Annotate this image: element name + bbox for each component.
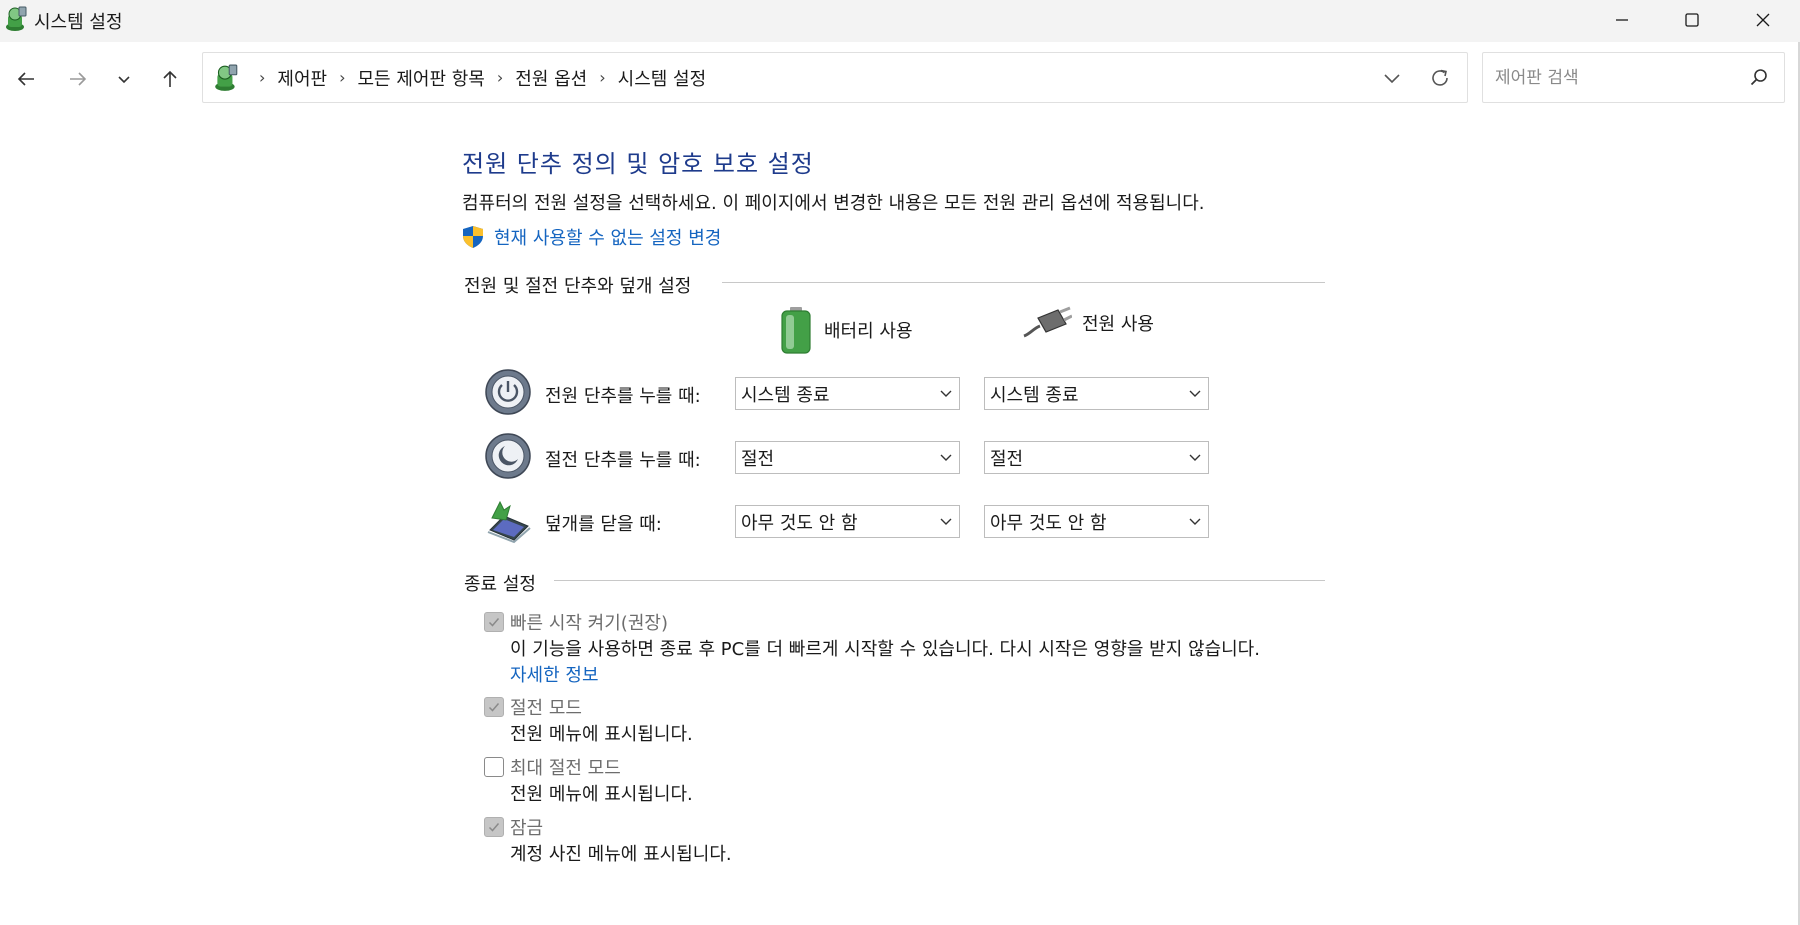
- plugged-column-label: 전원 사용: [1082, 314, 1154, 335]
- chevron-down-icon: [940, 518, 952, 525]
- minimize-button[interactable]: [1587, 0, 1657, 40]
- recent-locations-button[interactable]: [104, 56, 144, 102]
- control-panel-icon: [6, 6, 27, 31]
- chevron-down-icon: [940, 390, 952, 397]
- window-title: 시스템 설정: [34, 12, 123, 33]
- laptop-lid-icon: [487, 500, 531, 544]
- battery-icon: [781, 307, 811, 354]
- title-bar: 시스템 설정: [0, 0, 1800, 42]
- chevron-down-icon: [1189, 390, 1201, 397]
- dropdown-value: 절전: [990, 448, 1024, 470]
- arrow-up-icon: [163, 70, 177, 87]
- checkmark-icon: [488, 618, 500, 627]
- section-divider: [722, 282, 1325, 283]
- up-button[interactable]: [150, 56, 190, 102]
- maximize-icon: [1685, 13, 1699, 27]
- close-icon: [1756, 13, 1770, 27]
- maximize-button[interactable]: [1657, 0, 1727, 40]
- sleep-button-plugged-dropdown[interactable]: 절전: [984, 441, 1209, 474]
- page-description: 컴퓨터의 전원 설정을 선택하세요. 이 페이지에서 변경한 내용은 모든 전원…: [462, 193, 1205, 214]
- shutdown-section-header: 종료 설정: [464, 574, 536, 595]
- sleep-button-label: 절전 단추를 누를 때:: [545, 450, 701, 471]
- lock-label: 잠금: [510, 818, 544, 839]
- breadcrumb-item-system-settings[interactable]: 시스템 설정: [618, 65, 707, 91]
- power-button-label: 전원 단추를 누를 때:: [545, 386, 701, 407]
- search-icon[interactable]: [1748, 66, 1770, 88]
- page-title: 전원 단추 정의 및 암호 보호 설정: [462, 150, 814, 178]
- breadcrumb-separator-icon[interactable]: ›: [599, 68, 605, 87]
- control-panel-icon: [215, 64, 238, 91]
- uac-shield-icon: [463, 226, 483, 248]
- battery-column-header: 배터리 사용: [778, 306, 913, 354]
- section-divider: [554, 580, 1325, 581]
- forward-button[interactable]: [58, 56, 98, 102]
- chevron-down-icon: [940, 454, 952, 461]
- breadcrumb-item-all-items[interactable]: 모든 제어판 항목: [358, 65, 485, 91]
- address-bar[interactable]: › 제어판 › 모든 제어판 항목 › 전원 옵션 › 시스템 설정: [202, 52, 1468, 103]
- power-button-plugged-dropdown[interactable]: 시스템 종료: [984, 377, 1209, 410]
- sleep-button-icon: [485, 433, 531, 479]
- change-unavailable-settings-link[interactable]: 현재 사용할 수 없는 설정 변경: [462, 224, 721, 250]
- chevron-down-icon: [118, 76, 130, 84]
- dropdown-value: 시스템 종료: [990, 384, 1079, 406]
- minimize-icon: [1616, 19, 1628, 21]
- chevron-down-icon: [1189, 518, 1201, 525]
- breadcrumb-item-power-options[interactable]: 전원 옵션: [515, 65, 587, 91]
- sleep-label: 절전 모드: [510, 698, 582, 719]
- lock-checkbox[interactable]: [484, 817, 504, 837]
- change-unavailable-settings-label: 현재 사용할 수 없는 설정 변경: [494, 228, 722, 249]
- sleep-description: 전원 메뉴에 표시됩니다.: [510, 724, 693, 745]
- dropdown-value: 절전: [741, 448, 775, 470]
- breadcrumb-separator-icon[interactable]: ›: [339, 68, 345, 87]
- power-button-battery-dropdown[interactable]: 시스템 종료: [735, 377, 960, 410]
- search-box: [1482, 52, 1785, 103]
- sleep-button-battery-dropdown[interactable]: 절전: [735, 441, 960, 474]
- refresh-icon[interactable]: [1427, 65, 1453, 91]
- plugged-column-header: 전원 사용: [1022, 306, 1154, 340]
- hibernate-checkbox[interactable]: [484, 757, 504, 777]
- breadcrumb-separator-icon[interactable]: ›: [497, 68, 503, 87]
- chevron-down-icon: [1189, 454, 1201, 461]
- arrow-right-icon: [70, 72, 87, 86]
- power-plug-icon: [1023, 306, 1072, 338]
- close-button[interactable]: [1728, 0, 1798, 40]
- more-info-link[interactable]: 자세한 정보: [510, 661, 599, 687]
- sleep-checkbox[interactable]: [484, 697, 504, 717]
- lid-close-plugged-dropdown[interactable]: 아무 것도 안 함: [984, 505, 1209, 538]
- lock-description: 계정 사진 메뉴에 표시됩니다.: [510, 844, 732, 865]
- breadcrumb: › 제어판 › 모든 제어판 항목 › 전원 옵션 › 시스템 설정: [247, 53, 706, 102]
- search-input[interactable]: [1493, 63, 1737, 93]
- power-button-icon: [485, 369, 531, 415]
- lid-close-battery-dropdown[interactable]: 아무 것도 안 함: [735, 505, 960, 538]
- checkmark-icon: [488, 823, 500, 832]
- fast-startup-label: 빠른 시작 켜기(권장): [510, 613, 668, 634]
- hibernate-description: 전원 메뉴에 표시됩니다.: [510, 784, 693, 805]
- breadcrumb-item-control-panel[interactable]: 제어판: [277, 65, 327, 91]
- power-buttons-section-header: 전원 및 절전 단추와 덮개 설정: [464, 276, 692, 297]
- breadcrumb-separator-icon[interactable]: ›: [259, 68, 265, 87]
- address-history-chevron-icon[interactable]: [1379, 65, 1405, 91]
- arrow-left-icon: [17, 72, 34, 86]
- back-button[interactable]: [6, 56, 46, 102]
- battery-column-label: 배터리 사용: [824, 321, 913, 342]
- dropdown-value: 아무 것도 안 함: [990, 512, 1107, 534]
- fast-startup-checkbox[interactable]: [484, 612, 504, 632]
- fast-startup-description: 이 기능을 사용하면 종료 후 PC를 더 빠르게 시작할 수 있습니다. 다시…: [510, 639, 1260, 660]
- hibernate-label: 최대 절전 모드: [510, 758, 621, 779]
- lid-close-label: 덮개를 닫을 때:: [545, 514, 662, 535]
- dropdown-value: 시스템 종료: [741, 384, 830, 406]
- dropdown-value: 아무 것도 안 함: [741, 512, 858, 534]
- checkmark-icon: [488, 703, 500, 712]
